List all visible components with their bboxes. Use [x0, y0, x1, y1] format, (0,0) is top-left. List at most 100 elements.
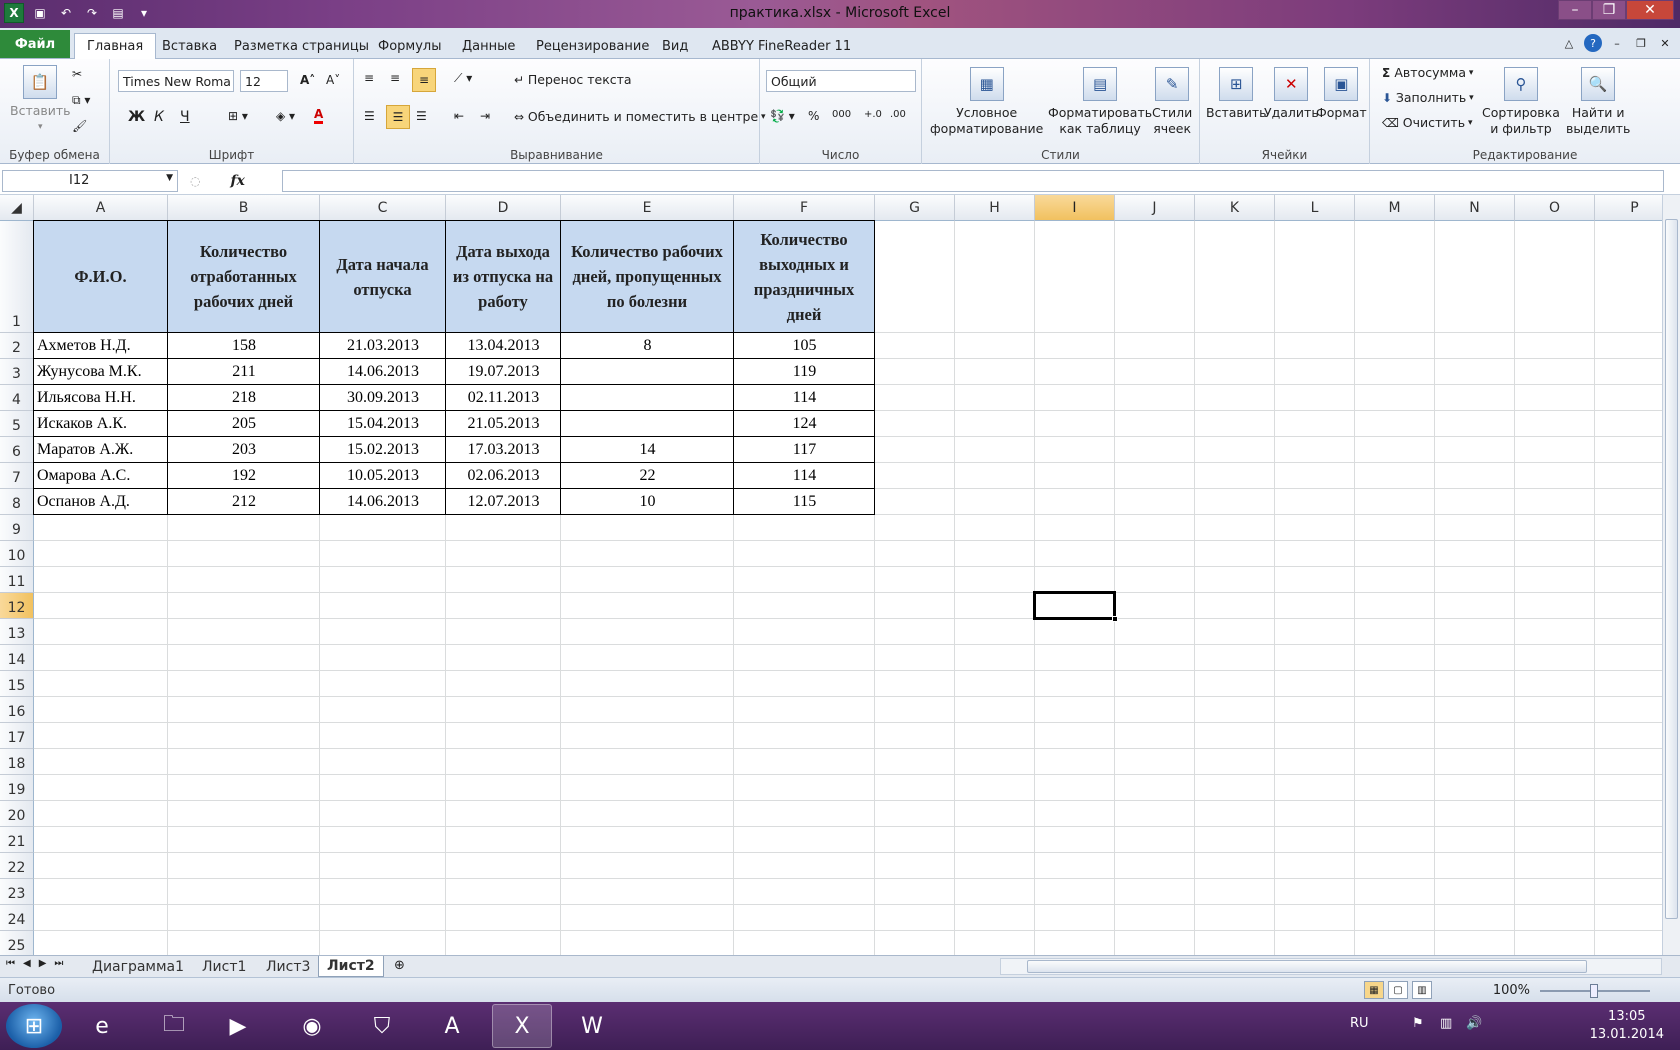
header-cell-holidays[interactable]: Количество выходных и праздничных дней: [733, 220, 875, 333]
cell-vacation-return[interactable]: 19.07.2013: [446, 359, 561, 385]
cell-vacation-return[interactable]: 02.06.2013: [446, 463, 561, 489]
sheet-tab-diagram1[interactable]: Диаграмма1: [84, 956, 192, 977]
row-header-7[interactable]: 7: [0, 463, 34, 489]
row-header-20[interactable]: 20: [0, 801, 34, 827]
cell-sick-days[interactable]: 8: [561, 333, 734, 359]
vertical-scrollbar[interactable]: [1662, 195, 1680, 955]
number-format-select[interactable]: Общий: [766, 70, 916, 92]
pdf-reader-icon[interactable]: A: [422, 1004, 482, 1048]
insert-cells-button[interactable]: ⊞ Вставить: [1206, 67, 1267, 121]
column-header-a[interactable]: A: [34, 195, 168, 221]
insert-sheet-icon[interactable]: ⊕: [394, 958, 405, 973]
cell-vacation-start[interactable]: 15.04.2013: [320, 411, 446, 437]
doc-close-icon[interactable]: ✕: [1656, 34, 1674, 52]
row-header-23[interactable]: 23: [0, 879, 34, 905]
column-header-b[interactable]: B: [168, 195, 320, 221]
column-header-o[interactable]: O: [1515, 195, 1595, 221]
normal-view-icon[interactable]: ▦: [1364, 981, 1384, 999]
cell-holidays[interactable]: 114: [734, 385, 875, 411]
font-size-select[interactable]: 12: [240, 70, 288, 92]
ie-icon[interactable]: e: [72, 1004, 132, 1048]
sheet-tab-list3[interactable]: Лист3: [258, 956, 318, 977]
security-shield-icon[interactable]: ⛉: [352, 1004, 412, 1048]
column-header-i[interactable]: I: [1035, 195, 1115, 221]
cell-worked-days[interactable]: 218: [168, 385, 320, 411]
vertical-scroll-thumb[interactable]: [1665, 219, 1678, 919]
merge-center-button[interactable]: ⇔ Объединить и поместить в центре ▾: [514, 109, 766, 124]
cell-vacation-return[interactable]: 12.07.2013: [446, 489, 561, 515]
header-cell-sick-days[interactable]: Количество рабочих дней, пропущенных по …: [560, 220, 734, 333]
cell-styles-button[interactable]: ✎ Стили ячеек: [1152, 67, 1192, 137]
column-header-f[interactable]: F: [734, 195, 875, 221]
tab-data[interactable]: Данные: [450, 33, 527, 59]
delete-cells-button[interactable]: ✕ Удалить: [1264, 67, 1319, 121]
fill-button[interactable]: ⬇ Заполнить ▾: [1382, 90, 1474, 105]
clock[interactable]: 13:05 13.01.2014: [1590, 1008, 1664, 1044]
column-header-d[interactable]: D: [446, 195, 561, 221]
align-center-icon[interactable]: ☰: [386, 105, 410, 129]
orientation-icon[interactable]: ⟋ ▾: [454, 71, 472, 86]
format-cells-button[interactable]: ▣ Формат: [1316, 67, 1367, 121]
page-break-view-icon[interactable]: ▥: [1412, 981, 1432, 999]
shrink-font-icon[interactable]: A˅: [326, 73, 340, 87]
cell-sick-days[interactable]: 10: [561, 489, 734, 515]
grow-font-icon[interactable]: A˄: [300, 73, 315, 87]
excel-taskbar-icon[interactable]: X: [492, 1004, 552, 1048]
name-box[interactable]: I12 ▼: [2, 170, 178, 192]
zoom-slider-knob[interactable]: [1590, 984, 1598, 998]
maximize-button[interactable]: ❐: [1592, 0, 1626, 20]
insert-function-button[interactable]: fx: [230, 173, 244, 189]
cell-holidays[interactable]: 115: [734, 489, 875, 515]
format-painter-icon[interactable]: 🖌: [72, 119, 87, 133]
cell-sick-days[interactable]: [561, 385, 734, 411]
doc-restore-icon[interactable]: ❐: [1632, 34, 1650, 52]
cell-fio[interactable]: Маратов А.Ж.: [37, 437, 168, 463]
cell-holidays[interactable]: 124: [734, 411, 875, 437]
cell-sick-days[interactable]: 22: [561, 463, 734, 489]
minimize-ribbon-icon[interactable]: △: [1560, 34, 1578, 52]
cell-vacation-start[interactable]: 14.06.2013: [320, 359, 446, 385]
increase-indent-icon[interactable]: ⇥: [480, 109, 490, 123]
clear-button[interactable]: ⌫ Очистить ▾: [1382, 115, 1472, 130]
row-header-10[interactable]: 10: [0, 541, 34, 567]
page-layout-view-icon[interactable]: ▢: [1388, 981, 1408, 999]
wrap-text-button[interactable]: ↵ Перенос текста: [514, 72, 632, 87]
sheet-nav-icon[interactable]: ⏮◀▶⏭: [6, 958, 71, 969]
cell-holidays[interactable]: 105: [734, 333, 875, 359]
name-box-dropdown-icon[interactable]: ▼: [166, 173, 173, 183]
currency-icon[interactable]: 💱 ▾: [770, 109, 795, 123]
zoom-level[interactable]: 100%: [1493, 983, 1530, 998]
sort-filter-button[interactable]: ⚲ Сортировка и фильтр: [1482, 67, 1560, 137]
cell-worked-days[interactable]: 192: [168, 463, 320, 489]
format-as-table-button[interactable]: ▤ Форматировать как таблицу: [1048, 67, 1152, 137]
tab-page-layout[interactable]: Разметка страницы: [222, 33, 381, 59]
cell-sick-days[interactable]: 14: [561, 437, 734, 463]
find-select-button[interactable]: 🔍 Найти и выделить: [1566, 67, 1630, 137]
fill-handle[interactable]: [1112, 616, 1118, 622]
close-button[interactable]: ✕: [1626, 0, 1674, 20]
action-center-icon[interactable]: ⚑: [1412, 1016, 1424, 1031]
language-indicator[interactable]: RU: [1350, 1016, 1369, 1031]
cell-worked-days[interactable]: 212: [168, 489, 320, 515]
row-header-9[interactable]: 9: [0, 515, 34, 541]
row-header-11[interactable]: 11: [0, 567, 34, 593]
cell-holidays[interactable]: 114: [734, 463, 875, 489]
cell-worked-days[interactable]: 158: [168, 333, 320, 359]
italic-button[interactable]: К: [154, 109, 164, 125]
cell-vacation-return[interactable]: 21.05.2013: [446, 411, 561, 437]
column-header-k[interactable]: K: [1195, 195, 1275, 221]
autosum-button[interactable]: Σ Автосумма ▾: [1382, 65, 1473, 80]
cell-vacation-return[interactable]: 13.04.2013: [446, 333, 561, 359]
row-header-12[interactable]: 12: [0, 593, 34, 619]
align-bottom-icon[interactable]: ≡: [412, 68, 436, 92]
tab-abbyy[interactable]: ABBYY FineReader 11: [700, 33, 863, 59]
worksheet-grid[interactable]: ◢ A B C D E F G H I J K L M N O P 1 2 3 4 5 6 7 8 9 10 11 12 13 14 15 1…: [0, 195, 1680, 955]
cell-fio[interactable]: Омарова А.С.: [37, 463, 168, 489]
cell-fio[interactable]: Жунусова М.К.: [37, 359, 168, 385]
row-header-5[interactable]: 5: [0, 411, 34, 437]
cell-worked-days[interactable]: 211: [168, 359, 320, 385]
media-player-icon[interactable]: ▶: [208, 1004, 268, 1048]
cell-fio[interactable]: Искаков А.К.: [37, 411, 168, 437]
cell-worked-days[interactable]: 203: [168, 437, 320, 463]
cell-fio[interactable]: Ильясова Н.Н.: [37, 385, 168, 411]
